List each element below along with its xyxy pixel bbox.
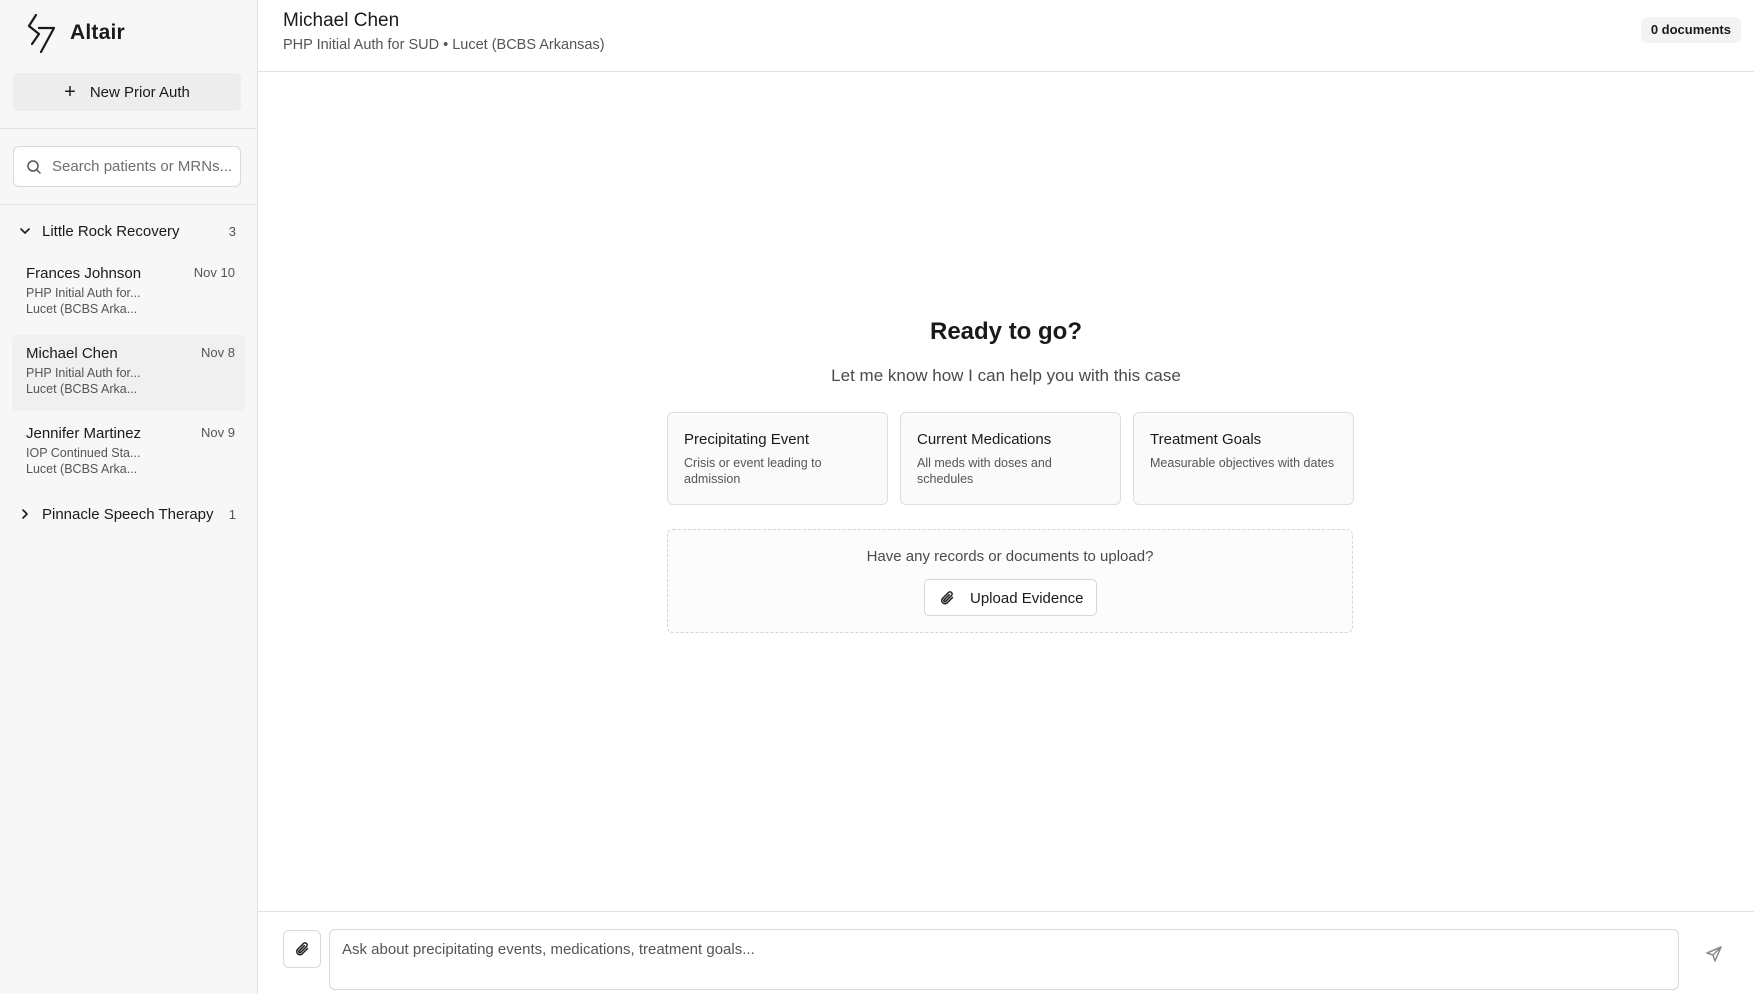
search-icon	[27, 159, 41, 174]
empty-state-subtitle: Let me know how I can help you with this…	[831, 366, 1181, 385]
case-payer: Lucet (BCBS Arka...	[26, 302, 138, 316]
divider	[0, 128, 257, 129]
paperclip-icon	[941, 591, 954, 605]
card-title: Precipitating Event	[684, 431, 810, 448]
message-input[interactable]	[329, 929, 1679, 990]
group-header-pinnacle-speech-therapy[interactable]: Pinnacle Speech Therapy 1	[0, 499, 257, 529]
case-subtitle: PHP Initial Auth for SUD • Lucet (BCBS A…	[283, 37, 605, 53]
divider	[0, 204, 257, 205]
prompt-card-precipitating-event[interactable]: Precipitating Event Crisis or event lead…	[667, 412, 888, 505]
empty-state-title: Ready to go?	[929, 318, 1082, 345]
case-item-michael-chen[interactable]: Michael Chen Nov 8 PHP Initial Auth for.…	[12, 335, 246, 411]
search-box[interactable]	[13, 146, 241, 187]
paperclip-icon	[296, 942, 309, 956]
upload-prompt: Have any records or documents to upload?	[866, 548, 1154, 565]
group-name: Little Rock Recovery	[42, 222, 180, 240]
group-count: 1	[228, 506, 236, 522]
group-header-little-rock-recovery[interactable]: Little Rock Recovery 3	[0, 216, 257, 246]
upload-evidence-button[interactable]: Upload Evidence	[924, 579, 1097, 616]
sidebar: Altair + New Prior Auth Little Rock Reco…	[0, 0, 258, 994]
patient-name: Michael Chen	[26, 345, 118, 362]
card-description: All meds with doses and schedules	[917, 456, 1052, 486]
case-type: PHP Initial Auth for...	[26, 366, 141, 380]
patient-name: Frances Johnson	[26, 265, 142, 282]
card-description: Measurable objectives with dates	[1150, 456, 1335, 470]
upload-evidence-label: Upload Evidence	[970, 590, 1084, 607]
new-prior-auth-label: New Prior Auth	[89, 83, 190, 101]
send-icon	[1706, 946, 1722, 962]
send-button[interactable]	[1700, 940, 1728, 968]
search-input[interactable]	[52, 158, 232, 175]
app-name: Altair	[70, 21, 125, 44]
card-description: Crisis or event leading to admission	[684, 456, 822, 486]
case-date: Nov 8	[201, 345, 235, 360]
brand[interactable]: Altair	[26, 12, 125, 54]
card-title: Treatment Goals	[1150, 431, 1262, 448]
chevron-right-icon	[22, 509, 28, 519]
attach-file-button[interactable]	[283, 930, 321, 968]
case-payer: Lucet (BCBS Arka...	[26, 462, 138, 476]
upload-dropzone[interactable]: Have any records or documents to upload?…	[667, 529, 1353, 633]
group-count: 3	[228, 223, 236, 239]
card-title: Current Medications	[917, 431, 1052, 448]
case-type: IOP Continued Sta...	[26, 446, 141, 460]
plus-icon: +	[64, 81, 76, 103]
case-payer: Lucet (BCBS Arka...	[26, 382, 138, 396]
prompt-card-current-medications[interactable]: Current Medications All meds with doses …	[900, 412, 1121, 505]
case-item-frances-johnson[interactable]: Frances Johnson Nov 10 PHP Initial Auth …	[12, 255, 246, 331]
group-name: Pinnacle Speech Therapy	[42, 505, 214, 523]
message-composer	[258, 911, 1754, 994]
case-date: Nov 10	[193, 265, 235, 280]
patient-title: Michael Chen	[283, 10, 400, 31]
documents-badge[interactable]: 0 documents	[1640, 17, 1741, 43]
main-panel: Michael Chen PHP Initial Auth for SUD • …	[258, 0, 1754, 994]
case-type: PHP Initial Auth for...	[26, 286, 141, 300]
prompt-card-treatment-goals[interactable]: Treatment Goals Measurable objectives wi…	[1133, 412, 1354, 505]
patient-name: Jennifer Martinez	[26, 425, 142, 442]
case-header: Michael Chen PHP Initial Auth for SUD • …	[258, 0, 1754, 72]
chevron-down-icon	[20, 228, 30, 234]
case-date: Nov 9	[201, 425, 235, 440]
case-item-jennifer-martinez[interactable]: Jennifer Martinez Nov 9 IOP Continued St…	[12, 415, 246, 491]
altair-logo-icon	[27, 13, 56, 54]
new-prior-auth-button[interactable]: + New Prior Auth	[13, 73, 241, 111]
